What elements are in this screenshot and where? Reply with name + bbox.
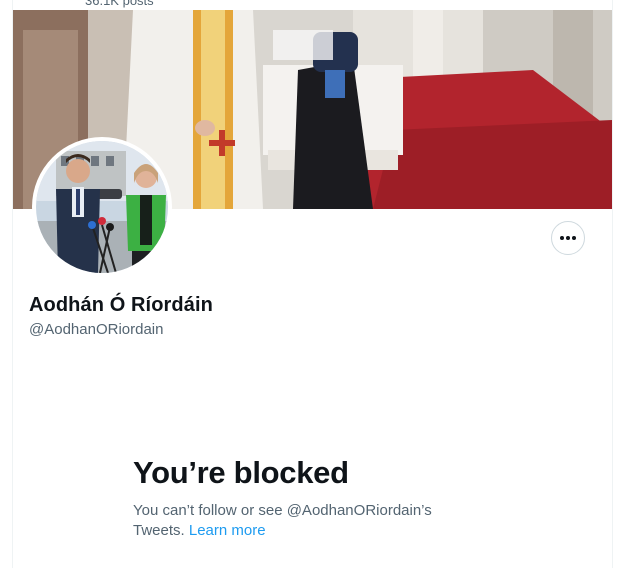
- blocked-message: You can’t follow or see @AodhanORiordain…: [133, 501, 453, 541]
- profile-display-name: Aodhán Ó Ríordáin: [29, 294, 213, 316]
- posts-count: 36.1K posts: [85, 0, 154, 8]
- learn-more-link[interactable]: Learn more: [189, 522, 266, 539]
- blocked-title: You’re blocked: [133, 455, 349, 490]
- blocked-message-text: You can’t follow or see @AodhanORiordain…: [133, 502, 432, 539]
- more-options-button[interactable]: [551, 221, 585, 255]
- ellipsis-icon: [560, 236, 576, 240]
- blocked-notice: You’re blocked You can’t follow or see @…: [133, 455, 453, 541]
- profile-avatar[interactable]: [32, 137, 172, 277]
- profile-column: 36.1K posts Aodhán Ó Ríordáin @AodhanORi…: [12, 0, 613, 568]
- profile-header-bar: 36.1K posts: [13, 0, 612, 10]
- avatar-photo: [36, 141, 168, 273]
- profile-handle: @AodhanORiordain: [29, 321, 164, 338]
